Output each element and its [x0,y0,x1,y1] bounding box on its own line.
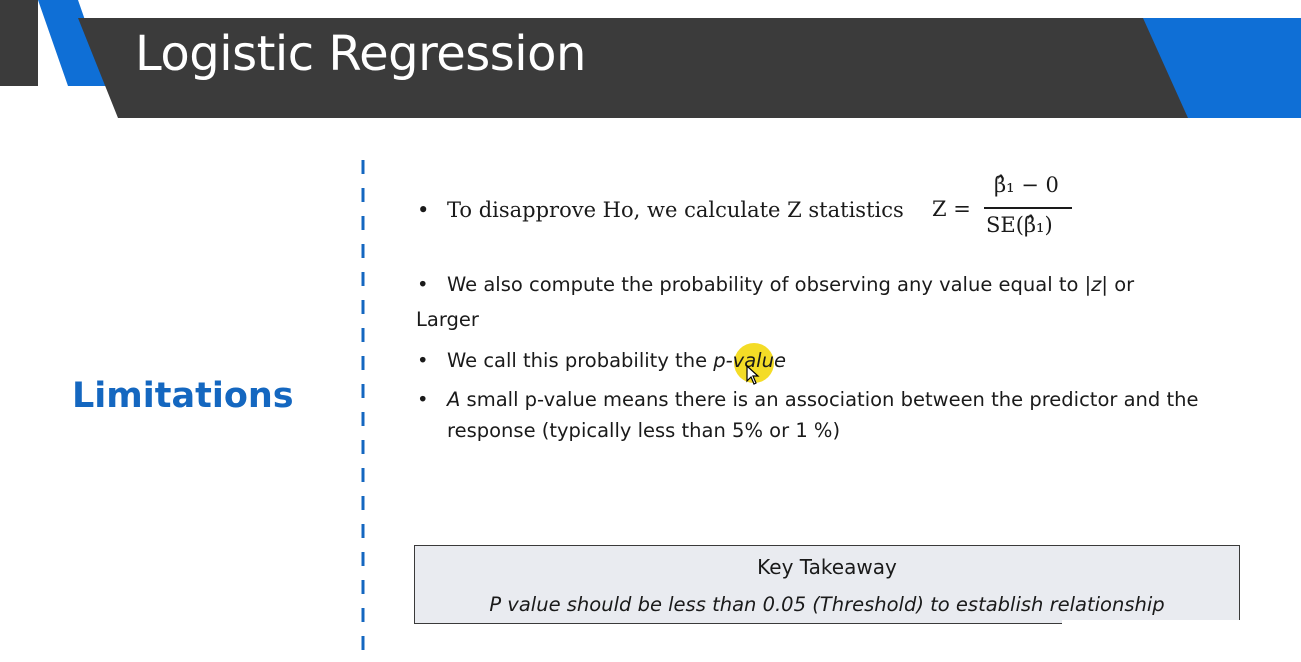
fraction-bar [984,207,1072,209]
bullet-small-pvalue: • A small p-value means there is an asso… [417,384,1207,446]
dashed-divider [361,160,365,662]
bullet-p-value: • We call this probability the p-value [417,345,786,376]
section-label: Limitations [72,376,294,416]
formula-lhs: Z = [932,197,971,221]
takeaway-body: P value should be less than 0.05 (Thresh… [489,593,1165,616]
formula-denominator: SE(β̂₁) [986,213,1053,237]
bullet-italic-a: A [447,388,461,411]
bullet-text-end: or [1108,273,1135,296]
bullet-dot: • [417,198,430,222]
slide-header: Logistic Regression [0,0,1301,118]
bullet-dot: • [417,273,429,296]
formula-numerator: β̂₁ − 0 [994,173,1059,197]
video-overlay-mask [1062,620,1301,662]
bullet-continuation: Larger [416,308,479,331]
bullet-dot: • [417,388,429,411]
bullet-text: We also compute the probability of obser… [447,273,1085,296]
bullet-z-statistics: • To disapprove Ho, we calculate Z stati… [417,195,904,226]
bullet-text: small p-value means there is an associat… [447,388,1199,442]
bullet-text: To disapprove Ho, we calculate Z statist… [447,198,904,222]
bullet-italic-z: |z| [1084,273,1108,296]
mouse-pointer-icon [746,365,760,385]
key-takeaway-box: Key Takeaway P value should be less than… [414,545,1240,624]
takeaway-title: Key Takeaway [757,555,897,579]
bullet-text: We call this probability the [447,349,714,372]
slide-title: Logistic Regression [135,26,586,82]
bullet-dot: • [417,349,429,372]
bullet-probability: • We also compute the probability of obs… [417,269,1135,300]
